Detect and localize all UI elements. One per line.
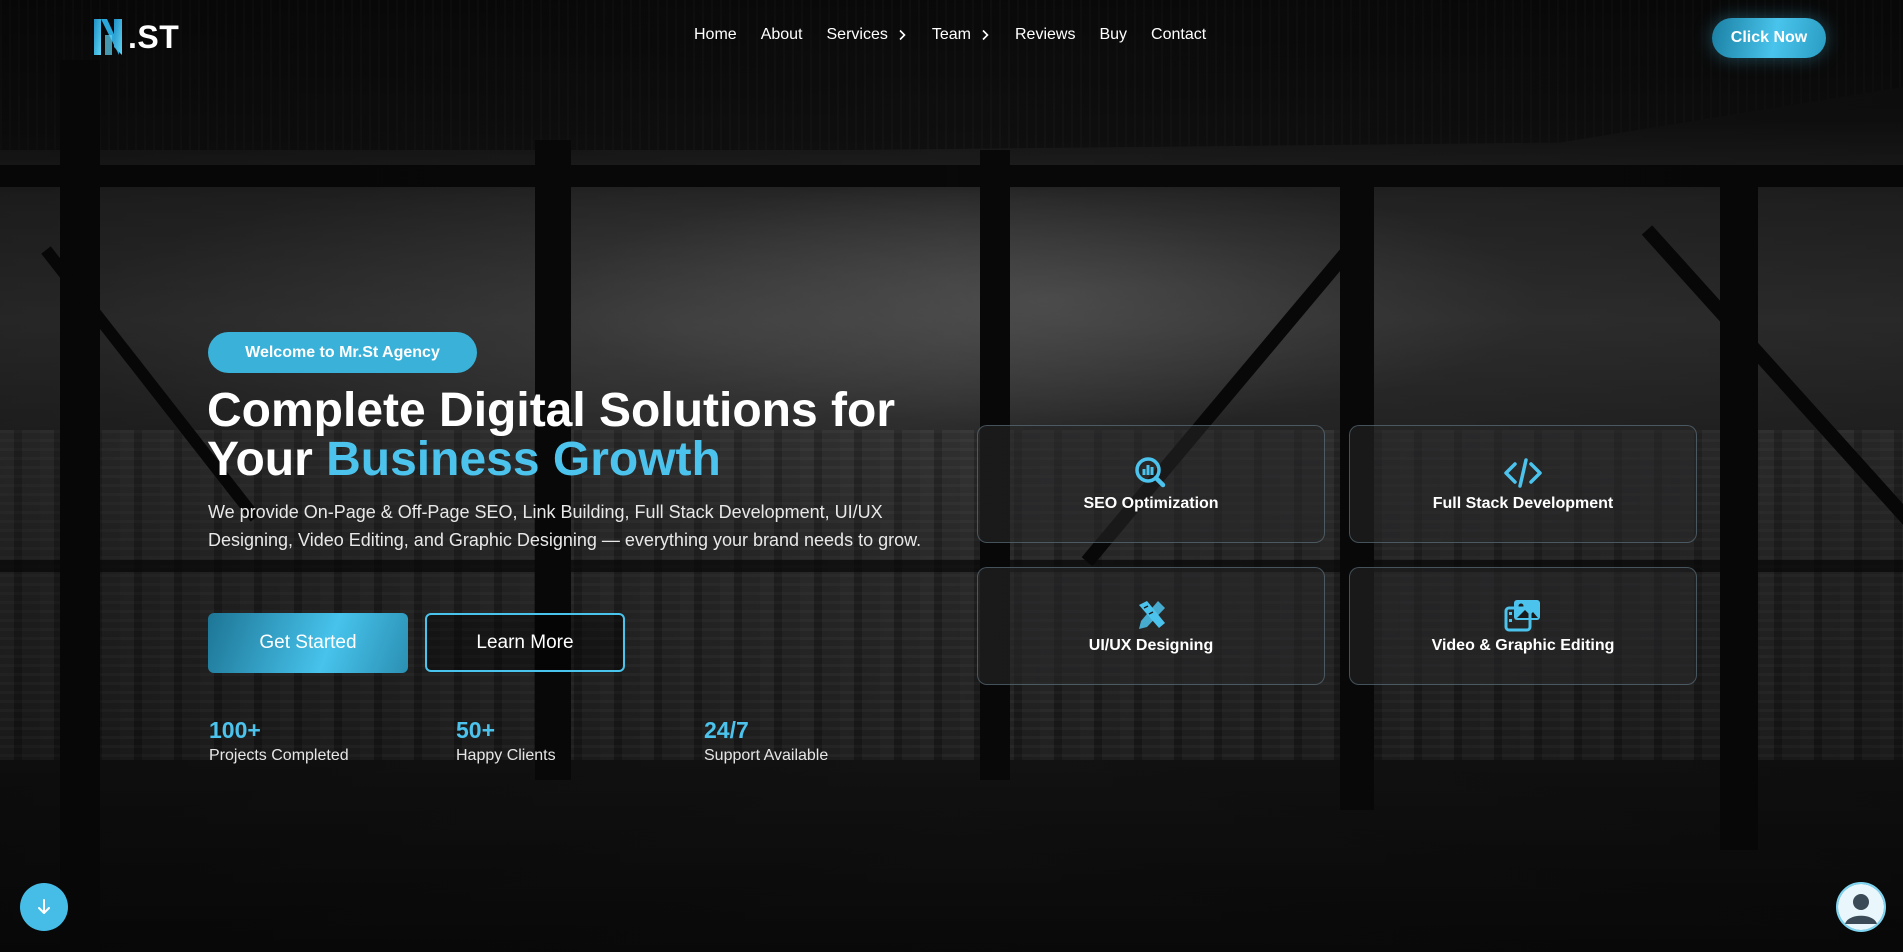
service-card-seo[interactable]: SEO Optimization	[977, 425, 1325, 543]
nav-reviews[interactable]: Reviews	[1015, 26, 1075, 44]
stat-label: Projects Completed	[209, 747, 349, 764]
nav-contact-label: Contact	[1151, 26, 1207, 43]
stat-clients: 50+ Happy Clients	[456, 716, 556, 766]
service-label: Video & Graphic Editing	[1431, 637, 1615, 654]
user-avatar-icon	[1838, 884, 1884, 930]
nav-reviews-label: Reviews	[1014, 26, 1076, 43]
click-now-button[interactable]: Click Now	[1712, 18, 1826, 58]
nav-home-label: Home	[694, 26, 737, 43]
nav-services-label: Services	[826, 26, 888, 43]
nav-buy[interactable]: Buy	[1099, 26, 1127, 44]
stat-value: 50+	[456, 717, 496, 743]
arrow-down-icon	[38, 899, 50, 914]
hero-title-line1: Complete Digital Solutions for	[207, 384, 896, 437]
service-card-fullstack[interactable]: Full Stack Development	[1349, 425, 1697, 543]
main-nav: Home About Services Team Reviews Buy Con…	[694, 26, 1230, 44]
stat-support: 24/7 Support Available	[704, 716, 828, 766]
nav-team-label: Team	[931, 26, 971, 43]
scroll-down-button[interactable]	[20, 883, 68, 931]
stat-value: 100+	[209, 717, 261, 743]
get-started-button[interactable]: Get Started	[208, 613, 408, 673]
stat-label: Support Available	[704, 747, 829, 764]
nav-about-label: About	[760, 26, 803, 43]
stat-projects: 100+ Projects Completed	[209, 716, 349, 766]
nav-services[interactable]: Services	[827, 26, 908, 44]
chevron-right-icon	[899, 29, 906, 41]
service-label: UI/UX Designing	[1088, 637, 1214, 654]
nav-about[interactable]: About	[761, 26, 803, 44]
code-icon	[1504, 458, 1542, 488]
service-card-uiux[interactable]: UI/UX Designing	[977, 567, 1325, 685]
stat-label: Happy Clients	[456, 747, 556, 764]
learn-more-button[interactable]: Learn More	[425, 613, 625, 672]
logo-text: .ST	[128, 18, 180, 55]
nav-team[interactable]: Team	[932, 26, 991, 44]
welcome-badge: Welcome to Mr.St Agency	[208, 332, 477, 373]
stat-value: 24/7	[704, 717, 749, 743]
logo[interactable]: .ST	[92, 16, 179, 58]
nav-contact[interactable]: Contact	[1151, 26, 1206, 44]
service-card-video[interactable]: Video & Graphic Editing	[1349, 567, 1697, 685]
chevron-right-icon	[982, 29, 989, 41]
nav-buy-label: Buy	[1099, 26, 1128, 43]
mst-logo-icon	[94, 19, 122, 55]
hero-title: Complete Digital Solutions for Your Busi…	[207, 386, 967, 484]
hero-description: We provide On-Page & Off-Page SEO, Link …	[208, 502, 922, 550]
nav-home[interactable]: Home	[694, 26, 737, 44]
search-chart-icon	[1135, 457, 1166, 488]
service-label: Full Stack Development	[1432, 495, 1614, 512]
chat-avatar-button[interactable]	[1836, 882, 1886, 932]
hero-title-accent: Business Growth	[326, 433, 721, 486]
photo-film-icon	[1504, 600, 1540, 632]
service-label: SEO Optimization	[1083, 495, 1219, 512]
hero-title-prefix: Your	[207, 433, 327, 486]
pencil-ruler-icon	[1139, 601, 1165, 629]
site-header: .ST Home About Services Team Reviews Buy…	[0, 0, 1903, 78]
